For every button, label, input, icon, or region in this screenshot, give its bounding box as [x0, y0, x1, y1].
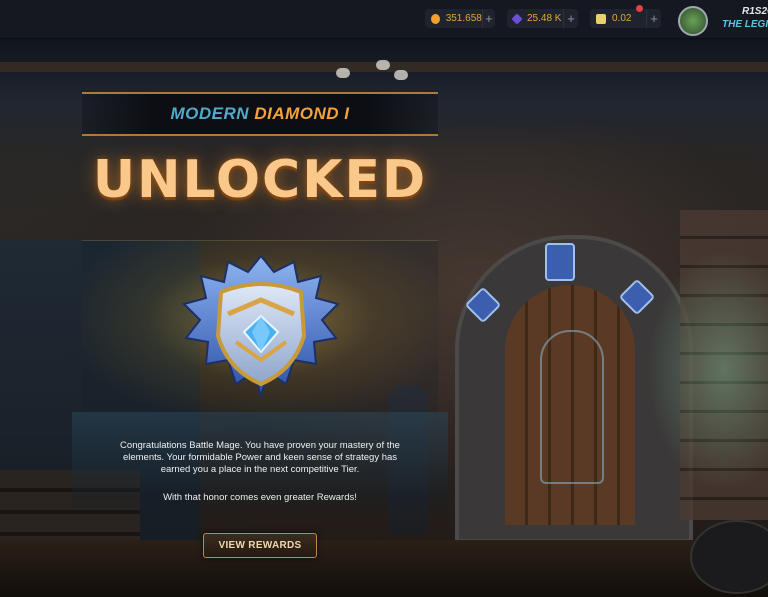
scroll-icon: [596, 13, 606, 24]
guild-name[interactable]: THE LEGION: [722, 19, 768, 30]
green-mist: [640, 240, 768, 500]
floor: [0, 540, 768, 597]
tier-banner: MODERN DIAMOND I: [82, 92, 438, 136]
unlocked-headline: UNLOCKED: [92, 150, 428, 210]
view-rewards-button[interactable]: VIEW REWARDS: [203, 533, 317, 558]
resource-gems: 25.48 K +: [507, 9, 578, 28]
division-name: DIAMOND I: [254, 104, 350, 123]
lamp: [376, 60, 390, 70]
gem-icon: [511, 12, 523, 25]
resource-wild-card: 0.02 +: [590, 9, 661, 28]
diamond-league-badge-icon: [182, 254, 340, 400]
top-bar: 351.658 + 25.48 K + 0.02 + R1S2G THE LEG…: [0, 0, 768, 39]
add-wild-card-button[interactable]: +: [646, 9, 661, 28]
wild-card-value: 0.02: [612, 13, 632, 24]
username[interactable]: R1S2G: [742, 6, 768, 17]
lamp: [394, 70, 408, 80]
arch-gem: [545, 243, 575, 281]
credits-value: 351.658: [445, 13, 482, 24]
resource-credits: 351.658 +: [425, 9, 495, 28]
coin-icon: [431, 13, 440, 24]
avatar[interactable]: [678, 6, 708, 36]
add-gems-button[interactable]: +: [563, 9, 578, 28]
door-rune: [540, 330, 604, 484]
rewards-message: With that honor comes even greater Rewar…: [163, 492, 357, 503]
gems-value: 25.48 K: [527, 13, 562, 24]
congrats-message: Congratulations Battle Mage. You have pr…: [120, 440, 400, 475]
add-credits-button[interactable]: +: [481, 9, 495, 28]
tier-title: MODERN DIAMOND I: [171, 104, 350, 124]
lamp: [336, 68, 350, 78]
league-name: MODERN: [170, 104, 250, 123]
notification-dot: [636, 5, 643, 12]
